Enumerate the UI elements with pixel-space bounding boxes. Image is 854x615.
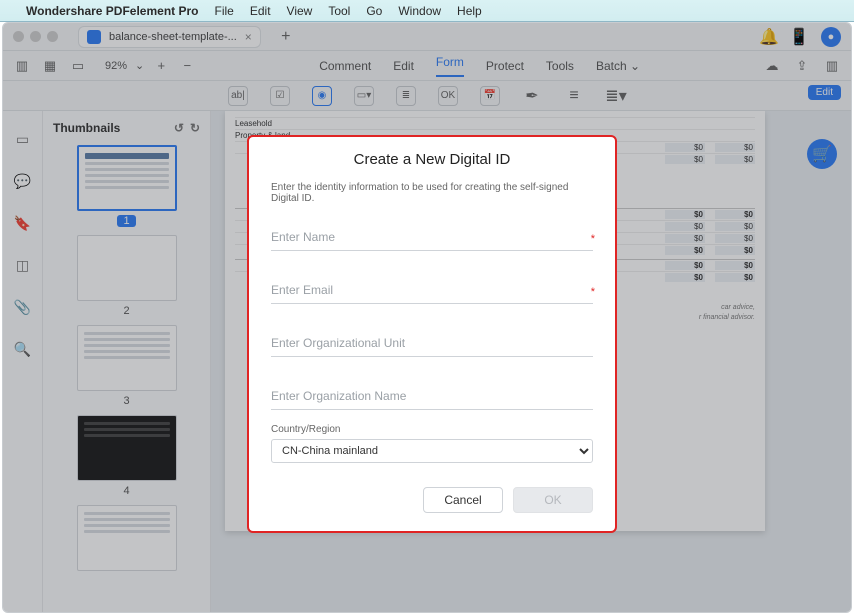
name-field-wrap: * [271, 224, 593, 251]
menu-tool[interactable]: Tool [328, 4, 350, 18]
app-name[interactable]: Wondershare PDFelement Pro [26, 4, 199, 18]
organization-name-input[interactable] [271, 383, 593, 410]
modal-title: Create a New Digital ID [271, 151, 593, 168]
menu-window[interactable]: Window [398, 4, 441, 18]
required-asterisk-icon: * [591, 233, 595, 245]
org-name-field-wrap [271, 383, 593, 410]
ok-button[interactable]: OK [513, 487, 593, 513]
mac-menubar: Wondershare PDFelement Pro File Edit Vie… [0, 0, 854, 22]
org-unit-field-wrap [271, 330, 593, 357]
name-input[interactable] [271, 224, 593, 251]
organizational-unit-input[interactable] [271, 330, 593, 357]
country-region-select[interactable]: CN-China mainland [271, 439, 593, 463]
email-field-wrap: * [271, 277, 593, 304]
menu-help[interactable]: Help [457, 4, 482, 18]
email-input[interactable] [271, 277, 593, 304]
menu-go[interactable]: Go [366, 4, 382, 18]
app-window: balance-sheet-template-... × + 🔔 📱 ● ▥ ▦… [2, 22, 852, 613]
modal-hint: Enter the identity information to be use… [271, 182, 593, 204]
menu-edit[interactable]: Edit [250, 4, 271, 18]
country-region-label: Country/Region [271, 424, 593, 435]
create-digital-id-modal: Create a New Digital ID Enter the identi… [247, 135, 617, 533]
menu-view[interactable]: View [287, 4, 313, 18]
menu-file[interactable]: File [215, 4, 234, 18]
required-asterisk-icon: * [591, 286, 595, 298]
cancel-button[interactable]: Cancel [423, 487, 503, 513]
